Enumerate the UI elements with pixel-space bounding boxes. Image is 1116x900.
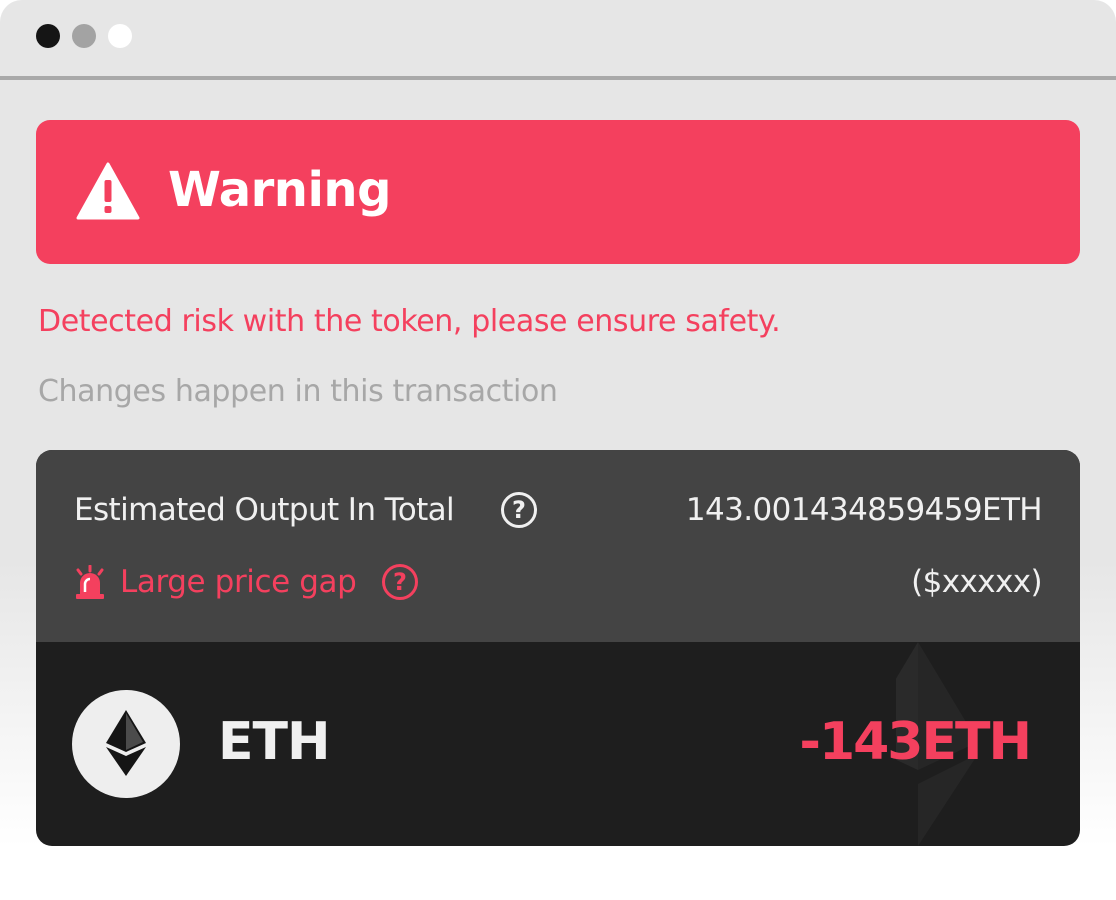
eth-token-logo xyxy=(72,690,180,798)
estimated-output-help-icon[interactable]: ? xyxy=(501,492,537,528)
warning-title: Warning xyxy=(168,162,391,218)
token-name: ETH xyxy=(218,712,331,772)
usd-value: ($xxxxx) xyxy=(911,564,1042,600)
price-gap-help-icon[interactable]: ? xyxy=(382,564,418,600)
risk-message: Detected risk with the token, please ens… xyxy=(38,304,781,339)
siren-icon xyxy=(74,564,106,603)
price-gap-label: Large price gap xyxy=(120,564,357,600)
maximize-window-button[interactable] xyxy=(108,24,132,48)
transaction-card: Estimated Output In Total ? 143.00143485… xyxy=(36,450,1080,846)
warning-triangle-icon xyxy=(76,162,140,224)
estimate-panel: Estimated Output In Total ? 143.00143485… xyxy=(36,450,1080,642)
changes-heading: Changes happen in this transaction xyxy=(38,374,558,409)
estimated-output-value: 143.001434859459ETH xyxy=(685,492,1043,528)
close-window-button[interactable] xyxy=(36,24,60,48)
token-row: ETH -143ETH xyxy=(36,642,1080,846)
token-amount: -143ETH xyxy=(799,712,1032,772)
minimize-window-button[interactable] xyxy=(72,24,96,48)
app-window: Warning Detected risk with the token, pl… xyxy=(0,0,1116,900)
ethereum-icon xyxy=(106,710,146,776)
title-bar xyxy=(0,0,1116,80)
estimated-output-label: Estimated Output In Total xyxy=(74,492,455,528)
